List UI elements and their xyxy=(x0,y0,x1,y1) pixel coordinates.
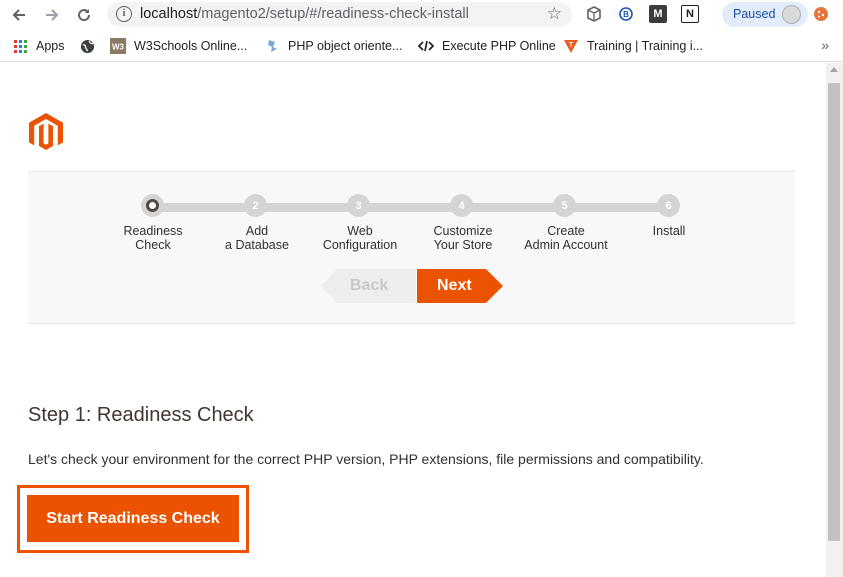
m-extension-icon[interactable]: M xyxy=(649,5,667,23)
notion-extension-icon[interactable]: N xyxy=(681,5,699,23)
back-button[interactable]: Back xyxy=(321,269,416,303)
b-extension-icon[interactable]: B xyxy=(617,5,635,23)
step-5-indicator: 5 xyxy=(553,194,576,217)
bookmark-php-oop[interactable]: PHP object oriente... xyxy=(264,38,402,54)
step-label-line: Create xyxy=(547,224,585,238)
bookmark-label: PHP object oriente... xyxy=(288,39,403,53)
page-content: 2 3 4 5 6 Readiness Check Add a Database W… xyxy=(0,63,826,577)
step-label-line: Readiness xyxy=(123,224,183,238)
start-readiness-check-button[interactable]: Start Readiness Check xyxy=(27,495,239,542)
back-button-label: Back xyxy=(350,277,389,294)
svg-text:B: B xyxy=(623,10,629,19)
forward-arrow-icon[interactable] xyxy=(41,4,63,26)
step-label-line: Your Store xyxy=(433,238,493,252)
training-icon: T xyxy=(563,38,579,54)
step-6-label: Install xyxy=(614,224,724,238)
vertical-scrollbar[interactable] xyxy=(826,63,843,577)
url-path: /magento2/setup/#/readiness-check-instal… xyxy=(197,6,469,22)
bookmark-label: W3Schools Online... xyxy=(134,39,248,53)
w3schools-icon: W3 xyxy=(110,38,126,54)
step-4-indicator: 4 xyxy=(450,194,473,217)
next-button[interactable]: Next xyxy=(417,269,503,303)
step-2-indicator: 2 xyxy=(244,194,267,217)
step-description: Let's check your environment for the cor… xyxy=(28,451,704,467)
profile-status-label: Paused xyxy=(733,7,776,21)
bookmark-globe[interactable] xyxy=(79,38,103,54)
step-label-line: Admin Account xyxy=(524,238,608,252)
progress-rail xyxy=(153,203,668,212)
bookmark-training[interactable]: T Training | Training i... xyxy=(563,38,703,54)
bookmark-label: Training | Training i... xyxy=(587,39,704,53)
step-label-line: Install xyxy=(652,224,686,238)
bookmark-execute-php[interactable]: Execute PHP Online xyxy=(418,38,556,54)
magento-logo xyxy=(28,113,64,151)
address-bar[interactable]: i localhost/magento2/setup/#/readiness-c… xyxy=(107,2,572,27)
url-text[interactable]: localhost/magento2/setup/#/readiness-che… xyxy=(140,6,469,22)
profile-paused-button[interactable]: Paused xyxy=(722,2,808,27)
page-title: Step 1: Readiness Check xyxy=(28,404,254,426)
step-2-label: Add a Database xyxy=(202,224,312,252)
step-label-line: Configuration xyxy=(322,238,398,252)
bookmark-label: Apps xyxy=(36,39,65,53)
code-icon xyxy=(418,38,434,54)
bookmark-w3schools[interactable]: W3 W3Schools Online... xyxy=(110,38,247,54)
more-bookmarks-button[interactable]: » xyxy=(821,37,829,53)
bookmark-star-icon[interactable]: ☆ xyxy=(547,4,562,24)
cube-extension-icon[interactable] xyxy=(585,5,603,23)
svg-text:W3: W3 xyxy=(112,43,125,52)
step-6-indicator: 6 xyxy=(657,194,680,217)
step-label-line: Customize xyxy=(433,224,493,238)
next-button-label: Next xyxy=(437,277,472,294)
step-3-indicator: 3 xyxy=(347,194,370,217)
info-icon[interactable]: i xyxy=(116,6,132,22)
scroll-up-arrow-icon[interactable] xyxy=(830,67,838,72)
bookmark-apps[interactable]: Apps xyxy=(12,38,65,54)
apps-grid-icon xyxy=(12,38,28,54)
php-icon xyxy=(264,38,280,54)
setup-wizard-progress: 2 3 4 5 6 Readiness Check Add a Database W… xyxy=(28,171,795,324)
svg-text:T: T xyxy=(569,42,574,49)
bookmark-label: Execute PHP Online xyxy=(442,39,556,53)
back-arrow-icon[interactable] xyxy=(8,4,30,26)
step-label-line: Add xyxy=(245,224,269,238)
step-5-label: Create Admin Account xyxy=(511,224,621,252)
step-1-indicator xyxy=(141,194,164,217)
step-1-label: Readiness Check xyxy=(98,224,208,252)
step-4-label: Customize Your Store xyxy=(408,224,518,252)
cookie-extension-icon[interactable] xyxy=(812,5,830,23)
step-3-label: Web Configuration xyxy=(305,224,415,252)
step-label-line: a Database xyxy=(225,238,289,252)
browser-toolbar: i localhost/magento2/setup/#/readiness-c… xyxy=(0,0,843,30)
scrollbar-thumb[interactable] xyxy=(828,83,840,541)
globe-icon xyxy=(79,38,95,54)
bookmarks-bar: Apps W3 W3Schools Online... PHP object o… xyxy=(0,30,843,62)
step-label-line: Web xyxy=(347,224,373,238)
reload-icon[interactable] xyxy=(73,4,95,26)
step-label-line: Check xyxy=(135,238,171,252)
url-host: localhost xyxy=(140,6,198,22)
avatar xyxy=(782,5,801,24)
